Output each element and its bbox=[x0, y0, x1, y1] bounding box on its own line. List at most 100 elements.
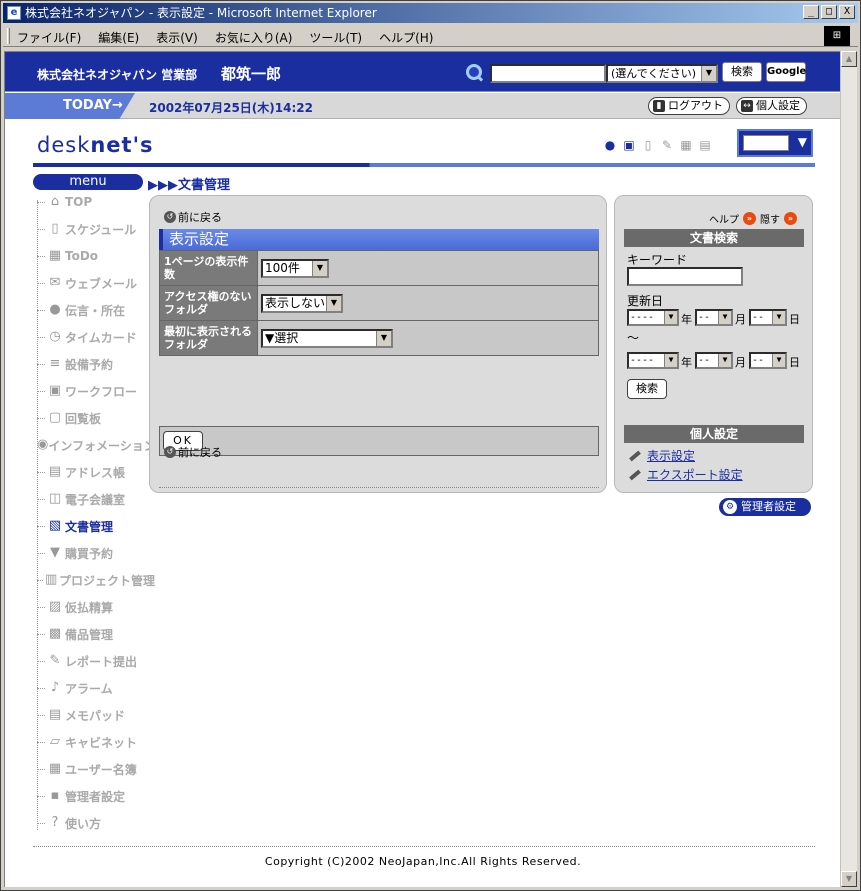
from-day-select[interactable]: -- ▼ bbox=[749, 309, 787, 326]
display-settings-link[interactable]: 表示設定 bbox=[629, 447, 695, 464]
personal-settings-title: 個人設定 bbox=[624, 425, 804, 443]
page-count-value: 100件 bbox=[265, 260, 300, 275]
personal-settings-button[interactable]: ↔ 個人設定 bbox=[736, 97, 807, 115]
admin-icon: ⚙ bbox=[723, 500, 737, 514]
chevron-down-icon: ▼ bbox=[664, 311, 677, 324]
sidebar-item-icon: ✎ bbox=[49, 653, 61, 668]
sidebar-item[interactable]: ▨ 仮払精算 bbox=[37, 597, 155, 617]
admin-settings-button[interactable]: ⚙ 管理者設定 bbox=[719, 498, 811, 516]
to-year-select[interactable]: ---- ▼ bbox=[627, 352, 679, 369]
sidebar-item[interactable]: ▦ ユーザー名簿 bbox=[37, 759, 155, 779]
sidebar-item[interactable]: ● 伝言・所在 bbox=[37, 300, 155, 320]
sidebar-item[interactable]: ? 使い方 bbox=[37, 813, 155, 833]
row-label-page-count: 1ページの表示件数 bbox=[159, 250, 258, 286]
sidebar-item[interactable]: ✎ レポート提出 bbox=[37, 651, 155, 671]
year-unit: 年 bbox=[681, 356, 692, 369]
stack-icon[interactable]: ▤ bbox=[698, 137, 712, 153]
menu-file[interactable]: ファイル(F) bbox=[17, 29, 81, 46]
search-button[interactable]: 検索 bbox=[722, 62, 762, 82]
scroll-up-icon[interactable]: ▲ bbox=[841, 51, 857, 67]
page-count-select[interactable]: 100件 ▼ bbox=[261, 258, 329, 278]
sidebar-item[interactable]: ◉ インフォメーション bbox=[37, 435, 156, 455]
sidebar-item-label: 設備予約 bbox=[65, 357, 114, 372]
sidebar-item[interactable]: ▤ アドレス帳 bbox=[37, 462, 155, 482]
search-input[interactable] bbox=[490, 64, 606, 83]
search-scope-select[interactable]: (選んでください) ▼ bbox=[606, 64, 718, 83]
sidebar-item-icon: ▩ bbox=[48, 626, 62, 641]
sidebar-item-label: 文書管理 bbox=[65, 519, 114, 534]
sidebar-item-icon: ? bbox=[51, 815, 59, 830]
edit-icon[interactable]: ✎ bbox=[660, 137, 674, 153]
sidebar-item[interactable]: ▢ 回覧板 bbox=[37, 408, 155, 428]
sidebar-item[interactable]: ⌂ TOP bbox=[37, 192, 155, 212]
document-icon[interactable]: ▯ bbox=[641, 137, 655, 153]
export-settings-link[interactable]: エクスポート設定 bbox=[629, 466, 743, 483]
from-year-select[interactable]: ---- ▼ bbox=[627, 309, 679, 326]
from-month-select[interactable]: -- ▼ bbox=[695, 309, 733, 326]
sidebar-item[interactable]: ✉ ウェブメール bbox=[37, 273, 155, 293]
menu-tools[interactable]: ツール(T) bbox=[309, 29, 362, 46]
org-chart-icon[interactable]: ▣ bbox=[622, 137, 636, 153]
user-icon[interactable]: ● bbox=[603, 137, 617, 153]
door-icon: ▮ bbox=[653, 100, 665, 112]
help-link[interactable]: ヘルプ bbox=[709, 211, 739, 226]
sidebar-item-icon: ▤ bbox=[48, 464, 62, 479]
sidebar-item[interactable]: ▪ 管理者設定 bbox=[37, 786, 155, 806]
sidebar-item[interactable]: ≡ 設備予約 bbox=[37, 354, 155, 374]
header-divider bbox=[33, 163, 815, 167]
sidebar-item[interactable]: ▤ メモパッド bbox=[37, 705, 155, 725]
search-icon bbox=[466, 64, 482, 80]
sidebar-item-label: ウェブメール bbox=[65, 276, 138, 291]
sidebar-item-icon: ▧ bbox=[48, 518, 62, 533]
sidebar-item-label: スケジュール bbox=[65, 222, 137, 237]
menu-view[interactable]: 表示(V) bbox=[156, 29, 198, 46]
to-month-select[interactable]: -- ▼ bbox=[695, 352, 733, 369]
table-row: 最初に表示されるフォルダ ▼選択 ▼ bbox=[159, 320, 599, 356]
menu-help[interactable]: ヘルプ(H) bbox=[379, 29, 433, 46]
today-label: TODAY→ bbox=[5, 93, 135, 119]
sidebar-item-icon: ◫ bbox=[48, 491, 62, 506]
sidebar-item[interactable]: ♪ アラーム bbox=[37, 678, 155, 698]
initial-folder-select[interactable]: ▼選択 ▼ bbox=[261, 328, 393, 348]
sidebar-item-label: メモパッド bbox=[65, 708, 126, 723]
sidebar-item[interactable]: ◫ 電子会議室 bbox=[37, 489, 155, 509]
tree-connector bbox=[37, 336, 45, 338]
sidebar-item-icon: ≡ bbox=[49, 356, 61, 371]
google-button[interactable]: Google bbox=[766, 62, 806, 82]
back-link-top[interactable]: ↺ 前に戻る bbox=[164, 209, 222, 225]
logout-button[interactable]: ▮ ログアウト bbox=[648, 97, 730, 115]
keyword-input[interactable] bbox=[627, 267, 743, 286]
scroll-down-icon[interactable]: ▼ bbox=[841, 871, 857, 887]
copyright: Copyright (C)2002 NeoJapan,Inc.All Right… bbox=[264, 855, 582, 868]
menu-edit[interactable]: 編集(E) bbox=[98, 29, 139, 46]
hide-link[interactable]: 隠す bbox=[760, 211, 780, 226]
menu-favorites[interactable]: お気に入り(A) bbox=[215, 29, 293, 46]
back-arrow-icon: ↺ bbox=[164, 211, 176, 223]
sidebar-item[interactable]: ◷ タイムカード bbox=[37, 327, 155, 347]
help-orb-icon[interactable]: » bbox=[743, 212, 756, 225]
vertical-scrollbar[interactable]: ▲ ▼ bbox=[840, 51, 857, 887]
to-day-select[interactable]: -- ▼ bbox=[749, 352, 787, 369]
no-access-folder-select[interactable]: 表示しない ▼ bbox=[261, 293, 343, 313]
chevron-down-icon: ▼ bbox=[376, 330, 391, 346]
screen-selector-dropdown[interactable]: ▼ bbox=[737, 129, 813, 157]
sidebar-item[interactable]: ▱ キャビネット bbox=[37, 732, 155, 752]
no-access-folder-value: 表示しない bbox=[265, 295, 326, 310]
doc-search-button[interactable]: 検索 bbox=[627, 379, 667, 399]
sidebar-item[interactable]: ▦ ToDo bbox=[37, 246, 155, 266]
sidebar-item[interactable]: ▣ ワークフロー bbox=[37, 381, 155, 401]
sidebar-item[interactable]: ▼ 購買予約 bbox=[37, 543, 155, 563]
table-row: 1ページの表示件数 100件 ▼ bbox=[159, 250, 599, 286]
sidebar-item-label: 備品管理 bbox=[65, 627, 114, 642]
grid-icon[interactable]: ▦ bbox=[679, 137, 693, 153]
minimize-button[interactable]: _ bbox=[803, 5, 819, 19]
close-button[interactable]: X bbox=[839, 5, 855, 19]
maximize-button[interactable]: □ bbox=[821, 5, 837, 19]
sidebar-item[interactable]: ▯ スケジュール bbox=[37, 219, 155, 239]
back-link-bottom[interactable]: ↺ 前に戻る bbox=[164, 444, 222, 460]
hide-orb-icon[interactable]: » bbox=[784, 212, 797, 225]
sidebar-item[interactable]: ▩ 備品管理 bbox=[37, 624, 155, 644]
sidebar-item[interactable]: ▧ 文書管理 bbox=[37, 516, 155, 536]
sidebar-item[interactable]: ▥ プロジェクト管理 bbox=[37, 570, 155, 590]
back-arrow-icon: ↺ bbox=[164, 446, 176, 458]
